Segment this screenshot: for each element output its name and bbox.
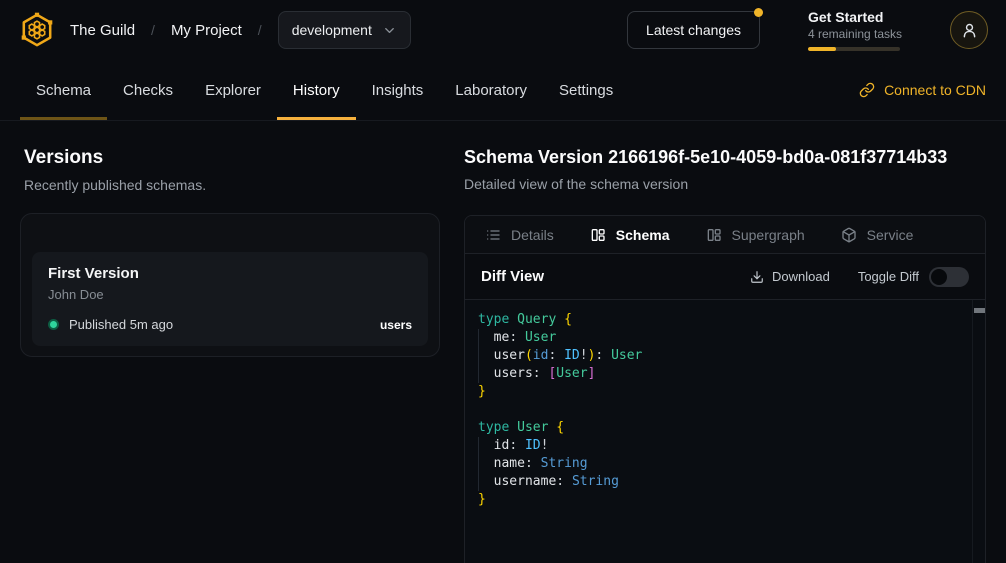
notification-dot	[754, 8, 763, 17]
app-header: The Guild / My Project / development Lat…	[0, 0, 1006, 60]
code-line: }	[478, 383, 965, 401]
code-line: id: ID!	[478, 437, 965, 455]
code-scrollbar-thumb[interactable]	[974, 308, 985, 313]
code-line: users: [User]	[478, 365, 965, 383]
code-line: name: String	[478, 455, 965, 473]
connect-to-cdn-button[interactable]: Connect to CDN	[859, 60, 986, 120]
get-started-widget[interactable]: Get Started 4 remaining tasks	[808, 9, 900, 51]
toggle-diff-group: Toggle Diff	[858, 267, 969, 287]
code-line	[478, 401, 965, 419]
tab-insights[interactable]: Insights	[356, 60, 440, 120]
code-line: user(id: ID!): User	[478, 347, 965, 365]
connect-to-cdn-label: Connect to CDN	[884, 82, 986, 98]
versions-sidebar: Versions Recently published schemas. Fir…	[20, 147, 440, 563]
version-name: First Version	[48, 265, 412, 282]
primary-nav-tabs: SchemaChecksExplorerHistoryInsightsLabor…	[20, 60, 629, 120]
version-status-text: Published 5m ago	[69, 317, 173, 332]
columns-icon	[590, 227, 606, 243]
latest-changes-label: Latest changes	[646, 22, 741, 38]
code-line: }	[478, 491, 965, 509]
download-icon	[750, 270, 764, 284]
latest-changes-button[interactable]: Latest changes	[627, 11, 760, 49]
target-selector-value: development	[292, 22, 372, 38]
code-line: me: User	[478, 329, 965, 347]
version-detail-subtitle: Detailed view of the schema version	[464, 176, 986, 192]
detail-tab-label: Details	[511, 227, 554, 243]
detail-tab-service[interactable]: Service	[841, 227, 914, 243]
link-icon	[859, 82, 875, 98]
tab-history[interactable]: History	[277, 60, 356, 120]
tab-explorer[interactable]: Explorer	[189, 60, 277, 120]
list-icon	[485, 227, 501, 243]
user-avatar[interactable]	[950, 11, 988, 49]
published-status-dot	[48, 319, 59, 330]
download-label: Download	[772, 269, 830, 284]
detail-tab-supergraph[interactable]: Supergraph	[706, 227, 805, 243]
tab-laboratory[interactable]: Laboratory	[439, 60, 543, 120]
code-scrollbar[interactable]	[972, 300, 985, 563]
download-button[interactable]: Download	[750, 269, 830, 284]
breadcrumb-separator: /	[258, 22, 262, 38]
detail-tab-details[interactable]: Details	[485, 227, 554, 243]
get-started-progress-fill	[808, 47, 836, 51]
get-started-progress-bar	[808, 47, 900, 51]
detail-tab-label: Schema	[616, 227, 670, 243]
version-detail-section: Schema Version 2166196f-5e10-4059-bd0a-0…	[464, 147, 986, 563]
detail-tab-label: Supergraph	[732, 227, 805, 243]
detail-tab-label: Service	[867, 227, 914, 243]
breadcrumb-org[interactable]: The Guild	[70, 22, 135, 39]
diff-view-title: Diff View	[481, 268, 544, 285]
breadcrumb: The Guild / My Project / development	[70, 11, 411, 49]
chevron-down-icon	[382, 23, 397, 38]
hive-logo-icon[interactable]	[18, 11, 56, 49]
schema-code-viewer[interactable]: type Query { me: User user(id: ID!): Use…	[465, 300, 985, 563]
versions-subtitle: Recently published schemas.	[24, 177, 440, 193]
versions-list: First Version John Doe Published 5m ago …	[20, 213, 440, 357]
diff-view-controls: Download Toggle Diff	[750, 267, 969, 287]
breadcrumb-project[interactable]: My Project	[171, 22, 242, 39]
get-started-title: Get Started	[808, 9, 900, 25]
versions-title: Versions	[24, 147, 440, 169]
version-detail-title: Schema Version 2166196f-5e10-4059-bd0a-0…	[464, 147, 986, 168]
code-line: type User {	[478, 419, 965, 437]
code-line: username: String	[478, 473, 965, 491]
toggle-knob	[931, 269, 947, 285]
header-right: Latest changes Get Started 4 remaining t…	[627, 9, 988, 51]
version-status-row: Published 5m ago users	[48, 317, 412, 332]
version-detail-panel: Details Schema Supergraph Service Diff View…	[464, 215, 986, 563]
version-service-badge: users	[380, 318, 412, 332]
diff-view-toolbar: Diff View Download Toggle Diff	[465, 254, 985, 300]
detail-tab-schema[interactable]: Schema	[590, 227, 670, 243]
toggle-diff-label: Toggle Diff	[858, 269, 919, 284]
code-lines: type Query { me: User user(id: ID!): Use…	[478, 311, 965, 509]
toggle-diff-switch[interactable]	[929, 267, 969, 287]
version-list-item[interactable]: First Version John Doe Published 5m ago …	[32, 252, 428, 346]
target-selector-dropdown[interactable]: development	[278, 11, 411, 49]
tab-settings[interactable]: Settings	[543, 60, 629, 120]
tab-checks[interactable]: Checks	[107, 60, 189, 120]
code-line: type Query {	[478, 311, 965, 329]
person-icon	[960, 21, 979, 40]
get-started-subtitle: 4 remaining tasks	[808, 27, 900, 41]
main-content: Versions Recently published schemas. Fir…	[0, 121, 1006, 563]
breadcrumb-separator: /	[151, 22, 155, 38]
cube-icon	[841, 227, 857, 243]
detail-tabs: Details Schema Supergraph Service	[465, 216, 985, 254]
version-author: John Doe	[48, 287, 412, 302]
primary-nav: SchemaChecksExplorerHistoryInsightsLabor…	[0, 60, 1006, 121]
tab-schema[interactable]: Schema	[20, 60, 107, 120]
columns-icon	[706, 227, 722, 243]
